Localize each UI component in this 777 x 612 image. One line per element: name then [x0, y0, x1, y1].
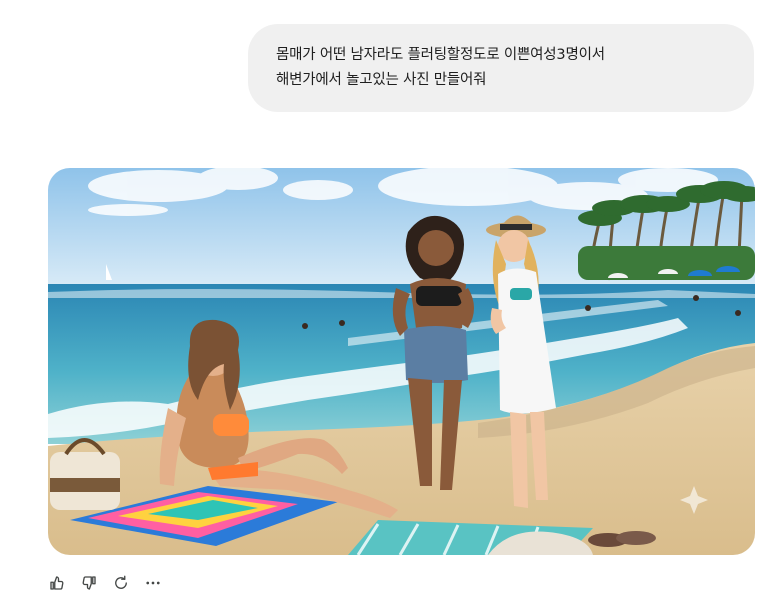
user-message-bubble: 몸매가 어떤 남자라도 플러팅할정도로 이쁜여성3명이서 해변가에서 놀고있는 … [248, 24, 754, 112]
beach-scene [48, 168, 755, 555]
user-message-line-2: 해변가에서 놀고있는 사진 만들어줘 [276, 72, 487, 88]
thumbs-down-icon [82, 576, 96, 590]
response-actions-bar [46, 572, 174, 594]
thumbs-up-icon [50, 576, 64, 590]
more-options-button[interactable] [142, 572, 164, 594]
thumbs-down-button[interactable] [78, 572, 100, 594]
chat-container: 몸매가 어떤 남자라도 플러팅할정도로 이쁜여성3명이서 해변가에서 놀고있는 … [0, 0, 777, 612]
regenerate-button[interactable] [110, 572, 132, 594]
generated-beach-image[interactable] [48, 168, 755, 555]
thumbs-up-button[interactable] [46, 572, 68, 594]
regenerate-icon [115, 575, 127, 589]
user-message-line-1: 몸매가 어떤 남자라도 플러팅할정도로 이쁜여성3명이서 [276, 47, 605, 63]
more-icon [146, 581, 160, 585]
